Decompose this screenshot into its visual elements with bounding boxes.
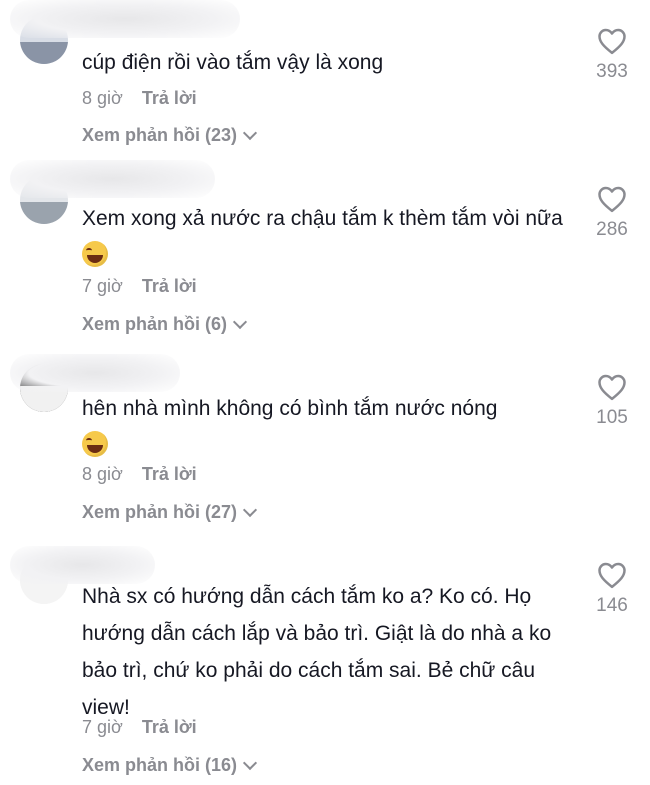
- laughing-tears-emoji-icon: [82, 241, 108, 267]
- comment-time: 8 giờ: [82, 464, 123, 484]
- like-button[interactable]: 105: [588, 373, 636, 429]
- reply-button[interactable]: Trả lời: [142, 717, 197, 737]
- comment-meta: 7 giờ Trả lời: [82, 276, 197, 297]
- view-replies-label: Xem phản hồi (27): [82, 502, 238, 522]
- comment-text: Nhà sx có hướng dẫn cách tắm ko a? Ko có…: [82, 585, 552, 719]
- reply-button[interactable]: Trả lời: [142, 464, 197, 484]
- reply-button[interactable]: Trả lời: [142, 88, 197, 108]
- comment-text: Xem xong xả nước ra chậu tắm k thèm tắm …: [82, 200, 577, 274]
- laughing-tears-emoji-icon: [82, 431, 108, 457]
- view-replies-button[interactable]: Xem phản hồi (16): [82, 755, 258, 776]
- like-button[interactable]: 286: [588, 185, 636, 241]
- like-count: 286: [596, 219, 628, 240]
- view-replies-button[interactable]: Xem phản hồi (6): [82, 314, 248, 335]
- chevron-down-icon: [242, 502, 258, 518]
- like-count: 105: [596, 407, 628, 428]
- comment-meta: 7 giờ Trả lời: [82, 717, 197, 738]
- like-count: 146: [596, 595, 628, 616]
- heart-outline-icon: [598, 374, 626, 401]
- like-count: 393: [596, 61, 628, 82]
- comment-time: 7 giờ: [82, 717, 123, 737]
- chevron-down-icon: [242, 755, 258, 771]
- heart-outline-icon: [598, 186, 626, 213]
- like-button[interactable]: 393: [588, 27, 636, 83]
- view-replies-button[interactable]: Xem phản hồi (23): [82, 125, 258, 146]
- comment-text: hên nhà mình không có bình tắm nước nóng: [82, 390, 577, 464]
- view-replies-button[interactable]: Xem phản hồi (27): [82, 502, 258, 523]
- username-blurred: [10, 0, 240, 38]
- comment-time: 8 giờ: [82, 88, 123, 108]
- chevron-down-icon: [232, 314, 248, 330]
- comment-text: cúp điện rồi vào tắm vậy là xong: [82, 51, 384, 74]
- reply-button[interactable]: Trả lời: [142, 276, 197, 296]
- like-button[interactable]: 146: [588, 561, 636, 617]
- comment-meta: 8 giờ Trả lời: [82, 88, 197, 109]
- view-replies-label: Xem phản hồi (6): [82, 314, 228, 334]
- heart-outline-icon: [598, 562, 626, 589]
- username-blurred: [10, 160, 215, 198]
- chevron-down-icon: [242, 125, 258, 141]
- heart-outline-icon: [598, 28, 626, 55]
- username-blurred: [10, 354, 180, 392]
- comment-meta: 8 giờ Trả lời: [82, 464, 197, 485]
- comment-time: 7 giờ: [82, 276, 123, 296]
- view-replies-label: Xem phản hồi (23): [82, 125, 238, 145]
- view-replies-label: Xem phản hồi (16): [82, 755, 238, 775]
